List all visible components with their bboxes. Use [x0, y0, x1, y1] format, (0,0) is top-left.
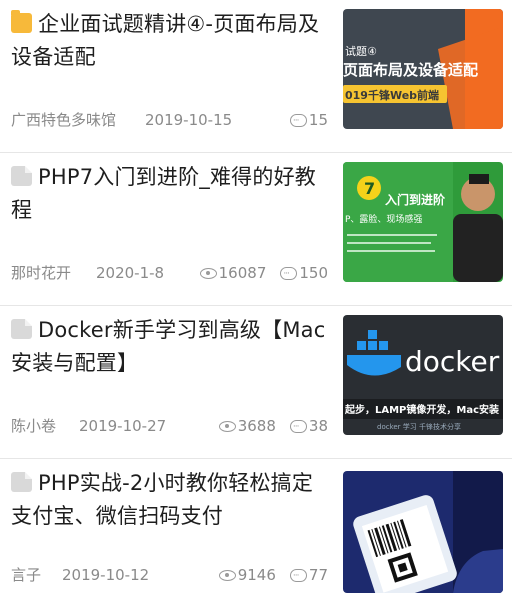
- view-count: 9146: [218, 564, 276, 586]
- eye-icon: [199, 267, 217, 279]
- article-title[interactable]: 企业面试题精讲④-页面布局及设备适配: [11, 8, 331, 74]
- comment-count: 15: [289, 109, 328, 132]
- stats: 3688 38: [218, 415, 328, 438]
- article-meta: 广西特色多味馆 2019-10-15 15: [11, 109, 331, 132]
- list-item[interactable]: PHP7入门到进阶_难得的好教程 那时花开 2020-1-8 16087 150: [0, 153, 512, 306]
- thumb-text: 页面布局及设备适配: [343, 61, 478, 79]
- thumb-text: docker: [405, 345, 500, 378]
- comment-icon: [289, 565, 307, 587]
- publish-date: 2019-10-15: [145, 111, 233, 129]
- comment-count: 150: [280, 262, 328, 285]
- article-title[interactable]: Docker新手学习到高级【Mac安装与配置】: [11, 314, 331, 380]
- thumb-text: 7: [364, 179, 375, 198]
- comment-count: 38: [289, 415, 328, 438]
- thumb-text: 试题④: [345, 45, 377, 58]
- document-icon: [11, 472, 32, 492]
- article-list: 企业面试题精讲④-页面布局及设备适配 广西特色多味馆 2019-10-15 15…: [0, 0, 512, 594]
- publish-date: 2019-10-27: [79, 417, 167, 435]
- author-name[interactable]: 言子: [11, 564, 41, 586]
- article-meta: 言子 2019-10-12 9146 77: [11, 564, 331, 587]
- stats: 9146 77: [218, 564, 328, 587]
- publish-date: 2020-1-8: [96, 264, 165, 282]
- author-name[interactable]: 陈小卷: [11, 415, 56, 437]
- thumb-text: P、露脸、现场感强: [345, 213, 422, 225]
- view-count: 16087: [199, 262, 266, 284]
- article-thumbnail[interactable]: 试题④ 页面布局及设备适配 019千锋Web前端: [343, 9, 503, 129]
- comment-icon: [280, 263, 298, 285]
- article-thumbnail[interactable]: 7 入门到进阶 P、露脸、现场感强: [343, 162, 503, 282]
- thumb-text: 019千锋Web前端: [345, 88, 439, 102]
- stats: 15: [289, 109, 328, 132]
- article-title[interactable]: PHP7入门到进阶_难得的好教程: [11, 161, 331, 227]
- list-item[interactable]: Docker新手学习到高级【Mac安装与配置】 陈小卷 2019-10-27 3…: [0, 306, 512, 459]
- folder-icon: [11, 10, 32, 33]
- author-name[interactable]: 那时花开: [11, 262, 71, 284]
- article-title[interactable]: PHP实战-2小时教你轻松搞定支付宝、微信扫码支付: [11, 467, 331, 533]
- document-icon: [11, 319, 32, 339]
- thumb-text: 起步，LAMP镜像开发，Mac安装: [344, 403, 499, 416]
- article-thumbnail[interactable]: [343, 471, 503, 593]
- article-thumbnail[interactable]: docker 起步，LAMP镜像开发，Mac安装 docker 学习 千锋技术分…: [343, 315, 503, 435]
- author-name[interactable]: 广西特色多味馆: [11, 109, 116, 131]
- list-item[interactable]: 企业面试题精讲④-页面布局及设备适配 广西特色多味馆 2019-10-15 15…: [0, 0, 512, 153]
- stats: 16087 150: [199, 262, 328, 285]
- comment-icon: [289, 110, 307, 132]
- thumb-text: docker 学习 千锋技术分享: [377, 422, 461, 431]
- eye-icon: [218, 569, 236, 581]
- thumb-text: 入门到进阶: [385, 192, 446, 207]
- eye-icon: [218, 420, 236, 432]
- publish-date: 2019-10-12: [62, 566, 150, 584]
- comment-count: 77: [289, 564, 328, 587]
- article-meta: 陈小卷 2019-10-27 3688 38: [11, 415, 331, 438]
- comment-icon: [289, 416, 307, 438]
- article-meta: 那时花开 2020-1-8 16087 150: [11, 262, 331, 285]
- document-icon: [11, 166, 32, 186]
- list-item[interactable]: PHP实战-2小时教你轻松搞定支付宝、微信扫码支付 言子 2019-10-12 …: [0, 459, 512, 594]
- view-count: 3688: [218, 415, 276, 437]
